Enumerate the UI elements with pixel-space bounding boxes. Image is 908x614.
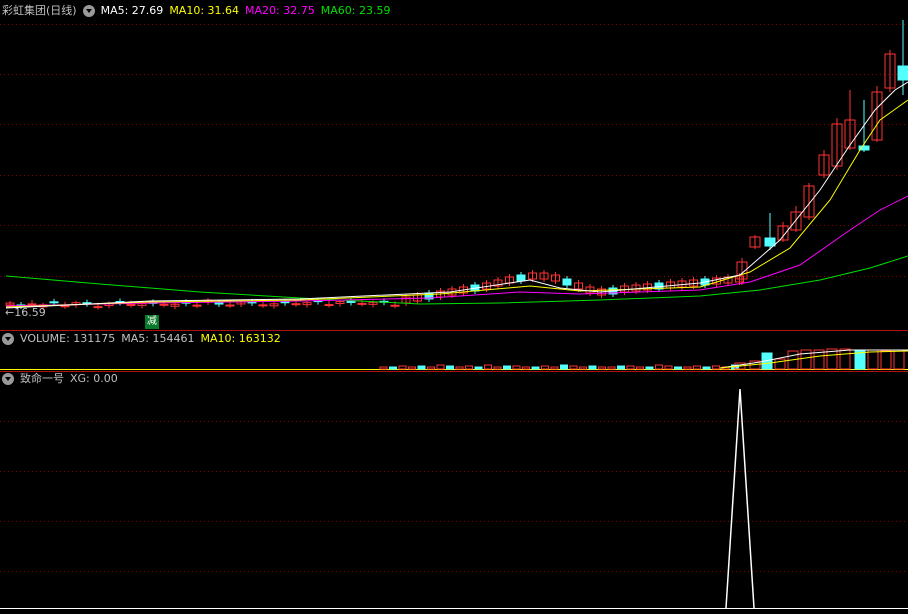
volume-bar <box>598 366 606 370</box>
volume-bar <box>645 366 654 370</box>
indicator-chart[interactable] <box>0 371 908 614</box>
chevron-down-icon[interactable] <box>2 333 14 345</box>
ma20-value: MA20: 32.75 <box>245 4 315 17</box>
volume-bar <box>636 366 644 370</box>
volume-ma10-value: MA10: 163132 <box>200 332 281 345</box>
candle-body <box>225 304 235 307</box>
ma60-line <box>5 255 908 305</box>
volume-bar <box>541 365 549 370</box>
volume-bar <box>839 348 851 370</box>
candle-body <box>27 303 37 306</box>
volume-bar <box>550 366 559 370</box>
volume-bar <box>503 365 511 370</box>
volume-bar <box>617 365 625 370</box>
chevron-down-icon[interactable] <box>2 373 14 385</box>
ma20-line <box>5 195 908 307</box>
candle-body <box>516 274 526 282</box>
volume-bar <box>427 366 435 370</box>
volume-bar <box>702 366 711 370</box>
candle-body <box>897 65 908 81</box>
candle-body <box>280 301 290 304</box>
indicator-name: 致命一号 <box>20 372 64 385</box>
candle-body <box>192 304 202 307</box>
volume-bar <box>531 366 540 370</box>
volume-bar <box>474 366 483 370</box>
candle-body <box>258 304 268 307</box>
candle-body <box>764 237 776 247</box>
volume-bar <box>683 366 692 370</box>
candle-body <box>60 305 70 308</box>
stock-title: 彩虹集团(日线) <box>2 4 77 17</box>
candle-body <box>126 303 136 306</box>
volume-value: VOLUME: 131175 <box>20 332 116 345</box>
volume-bar <box>893 349 905 370</box>
ma60-value: MA60: 23.59 <box>320 4 391 17</box>
volume-bar <box>867 349 879 370</box>
candle-body <box>390 304 400 307</box>
volume-bar <box>854 350 866 370</box>
candle-body <box>346 300 356 303</box>
volume-ma5-value: MA5: 154461 <box>121 332 195 345</box>
candle-body <box>49 301 59 304</box>
volume-bar <box>626 365 635 370</box>
volume-bar <box>455 366 464 370</box>
volume-bar <box>664 365 673 370</box>
xg-value: XG: 0.00 <box>70 372 118 385</box>
volume-bar <box>607 366 616 370</box>
volume-bar <box>655 364 663 370</box>
volume-bar <box>446 365 454 370</box>
candle-body <box>291 303 301 306</box>
chevron-down-icon[interactable] <box>82 5 95 17</box>
candle-body <box>93 306 103 309</box>
ma5-value: MA5: 27.69 <box>100 4 164 17</box>
volume-bar <box>880 350 892 370</box>
volume-bar <box>484 364 492 370</box>
indicator-legend: 致命一号 XG: 0.00 <box>2 371 124 387</box>
candle-body <box>562 278 572 286</box>
volume-bar <box>588 365 597 370</box>
ma10-value: MA10: 31.64 <box>169 4 240 17</box>
reduce-signal-badge: 减 <box>145 315 159 329</box>
volume-bar <box>408 366 416 370</box>
volume-bar <box>493 366 502 370</box>
volume-legend: VOLUME: 131175 MA5: 154461 MA10: 163132 <box>2 331 287 347</box>
volume-bar <box>569 365 578 370</box>
volume-bar <box>465 365 473 370</box>
candle-body <box>159 303 169 306</box>
volume-bar <box>693 365 701 370</box>
volume-bar <box>389 366 397 370</box>
ma10-line <box>5 99 908 308</box>
volume-bar <box>379 366 388 370</box>
volume-bar <box>674 366 682 370</box>
volume-chart-pane[interactable]: VOLUME: 131175 MA5: 154461 MA10: 163132 <box>0 330 908 371</box>
volume-bar <box>712 365 720 370</box>
candle-body <box>324 304 334 307</box>
candle-body <box>357 302 367 305</box>
volume-bar <box>774 358 786 370</box>
volume-bar <box>522 366 530 370</box>
low-price-marker: ←16.59 <box>5 306 46 319</box>
volume-bar <box>417 365 426 370</box>
price-chart-pane[interactable]: 彩虹集团(日线) MA5: 27.69 MA10: 31.64 MA20: 32… <box>0 0 908 330</box>
volume-bar <box>579 366 587 370</box>
volume-bar <box>512 365 521 370</box>
volume-bar <box>436 364 445 370</box>
candlestick-chart[interactable] <box>0 0 908 330</box>
volume-bar <box>560 364 568 370</box>
indicator-chart-pane[interactable]: 致命一号 XG: 0.00 <box>0 371 908 614</box>
volume-bar <box>398 365 407 370</box>
candle-body <box>214 302 224 305</box>
price-legend: 彩虹集团(日线) MA5: 27.69 MA10: 31.64 MA20: 32… <box>2 3 396 19</box>
